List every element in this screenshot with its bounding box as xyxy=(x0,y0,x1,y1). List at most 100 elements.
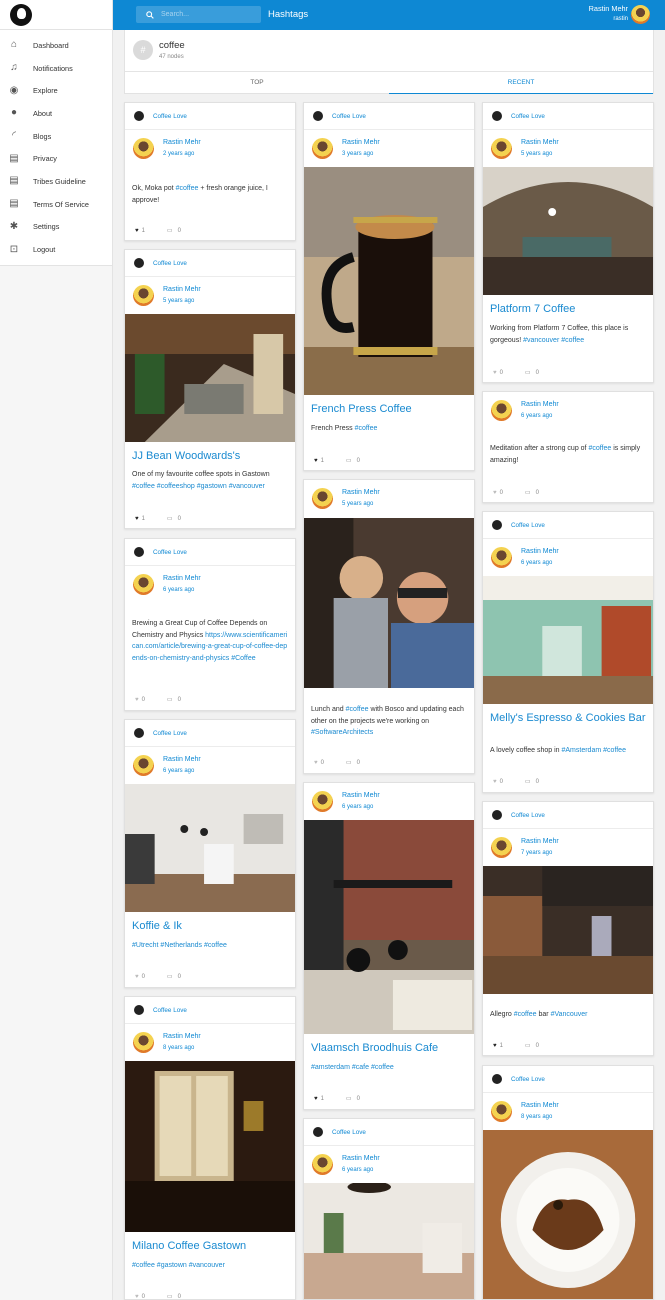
post-title[interactable]: Melly's Espresso & Cookies Bar xyxy=(490,712,646,725)
sidebar-item-tribes-guideline[interactable]: ▤ Tribes Guideline xyxy=(0,170,112,193)
post-tribe[interactable]: Coffee Love xyxy=(125,720,295,747)
post-tribe[interactable]: Coffee Love xyxy=(483,1066,653,1093)
heart-icon[interactable]: ♥ xyxy=(493,1043,497,1049)
post-image[interactable] xyxy=(125,314,295,442)
post-title[interactable]: Vlaamsch Broodhuis Cafe xyxy=(311,1042,438,1054)
post-body[interactable]: #amsterdam #cafe #coffee xyxy=(311,1062,467,1074)
heart-icon[interactable]: ♥ xyxy=(135,974,139,980)
sidebar-item-about[interactable]: ● About xyxy=(0,102,112,125)
post-time[interactable]: 2 years ago xyxy=(163,151,194,157)
author-name[interactable]: Rastin Mehr xyxy=(521,139,559,146)
tribe-name[interactable]: Coffee Love xyxy=(153,730,187,737)
comment-icon[interactable]: ▭ xyxy=(346,1095,352,1102)
post-tribe[interactable]: Coffee Love xyxy=(304,1119,474,1146)
post-time[interactable]: 7 years ago xyxy=(521,850,552,856)
post-image[interactable] xyxy=(483,576,653,704)
search-input[interactable]: Search... xyxy=(136,6,261,23)
post-card[interactable]: Coffee Love Rastin Mehr 8 years ago xyxy=(482,1065,654,1300)
author-name[interactable]: Rastin Mehr xyxy=(342,792,380,799)
comment-icon[interactable]: ▭ xyxy=(525,1042,531,1049)
avatar[interactable] xyxy=(491,547,512,568)
post-title[interactable]: JJ Bean Woodwards's xyxy=(132,450,240,462)
tribe-name[interactable]: Coffee Love xyxy=(153,260,187,267)
post-time[interactable]: 8 years ago xyxy=(521,1114,552,1120)
comment-icon[interactable]: ▭ xyxy=(525,369,531,376)
heart-icon[interactable]: ♥ xyxy=(135,228,139,234)
sidebar-item-notifications[interactable]: ♫ Notifications xyxy=(0,57,112,80)
post-title[interactable]: Platform 7 Coffee xyxy=(490,303,575,315)
post-time[interactable]: 3 years ago xyxy=(342,151,373,157)
post-card[interactable]: Coffee Love Rastin Mehr 6 years ago Melly… xyxy=(482,511,654,793)
post-time[interactable]: 6 years ago xyxy=(163,587,194,593)
post-image[interactable] xyxy=(125,1061,295,1232)
post-card[interactable]: Rastin Mehr 6 years ago Meditation after … xyxy=(482,391,654,503)
avatar[interactable] xyxy=(312,488,333,509)
author-name[interactable]: Rastin Mehr xyxy=(163,286,201,293)
author-name[interactable]: Rastin Mehr xyxy=(163,1033,201,1040)
post-title[interactable]: French Press Coffee xyxy=(311,403,412,415)
author-name[interactable]: Rastin Mehr xyxy=(342,139,380,146)
avatar[interactable] xyxy=(491,1101,512,1122)
author-name[interactable]: Rastin Mehr xyxy=(163,575,201,582)
heart-icon[interactable]: ♥ xyxy=(314,458,318,464)
avatar[interactable] xyxy=(631,5,650,24)
post-time[interactable]: 5 years ago xyxy=(342,501,373,507)
post-card[interactable]: Coffee Love Rastin Mehr 3 years ago Frenc… xyxy=(303,102,475,471)
avatar[interactable] xyxy=(312,1154,333,1175)
post-image[interactable] xyxy=(304,167,474,395)
post-image[interactable] xyxy=(483,167,653,295)
post-time[interactable]: 6 years ago xyxy=(521,560,552,566)
post-card[interactable]: Rastin Mehr 5 years ago Lunch and #coffee… xyxy=(303,479,475,774)
post-card[interactable]: Coffee Love Rastin Mehr 6 years ago Koffi… xyxy=(124,719,296,988)
avatar[interactable] xyxy=(133,138,154,159)
tribe-name[interactable]: Coffee Love xyxy=(153,113,187,120)
author-name[interactable]: Rastin Mehr xyxy=(163,139,201,146)
post-body[interactable]: #Utrecht #Netherlands #coffee xyxy=(132,940,288,952)
user-info[interactable]: Rastin Mehr rastin xyxy=(589,4,628,22)
tribe-name[interactable]: Coffee Love xyxy=(332,1129,366,1136)
heart-icon[interactable]: ♥ xyxy=(135,1294,139,1300)
post-time[interactable]: 6 years ago xyxy=(342,804,373,810)
comment-icon[interactable]: ▭ xyxy=(167,227,173,234)
sidebar-item-dashboard[interactable]: ⌂ Dashboard xyxy=(0,34,112,57)
heart-icon[interactable]: ♥ xyxy=(314,1096,318,1102)
post-card[interactable]: Coffee Love Rastin Mehr 5 years ago Platf… xyxy=(482,102,654,383)
post-image[interactable] xyxy=(483,1130,653,1300)
comment-icon[interactable]: ▭ xyxy=(167,1293,173,1299)
sidebar-item-blogs[interactable]: ◜ Blogs xyxy=(0,125,112,148)
comment-icon[interactable]: ▭ xyxy=(167,515,173,522)
tribe-name[interactable]: Coffee Love xyxy=(511,113,545,120)
post-tribe[interactable]: Coffee Love xyxy=(125,250,295,277)
post-time[interactable]: 6 years ago xyxy=(342,1167,373,1173)
heart-icon[interactable]: ♥ xyxy=(314,760,318,766)
sidebar-item-privacy[interactable]: ▤ Privacy xyxy=(0,147,112,170)
comment-icon[interactable]: ▭ xyxy=(525,489,531,496)
post-image[interactable] xyxy=(304,820,474,1034)
avatar[interactable] xyxy=(133,574,154,595)
post-image[interactable] xyxy=(304,518,474,688)
heart-icon[interactable]: ♥ xyxy=(493,490,497,496)
post-title[interactable]: Milano Coffee Gastown xyxy=(132,1240,246,1252)
heart-icon[interactable]: ♥ xyxy=(135,697,139,703)
tribe-name[interactable]: Coffee Love xyxy=(511,812,545,819)
post-card[interactable]: Coffee Love Rastin Mehr 7 years ago Alleg… xyxy=(482,801,654,1056)
author-name[interactable]: Rastin Mehr xyxy=(342,1155,380,1162)
author-name[interactable]: Rastin Mehr xyxy=(521,1102,559,1109)
post-time[interactable]: 6 years ago xyxy=(521,413,552,419)
author-name[interactable]: Rastin Mehr xyxy=(521,548,559,555)
avatar[interactable] xyxy=(312,791,333,812)
post-time[interactable]: 6 years ago xyxy=(163,768,194,774)
tribe-name[interactable]: Coffee Love xyxy=(153,549,187,556)
author-name[interactable]: Rastin Mehr xyxy=(163,756,201,763)
sidebar-item-explore[interactable]: ◉ Explore xyxy=(0,79,112,102)
author-name[interactable]: Rastin Mehr xyxy=(342,489,380,496)
post-time[interactable]: 8 years ago xyxy=(163,1045,194,1051)
avatar[interactable] xyxy=(491,138,512,159)
post-card[interactable]: Coffee Love Rastin Mehr 2 years ago Ok, M… xyxy=(124,102,296,241)
comment-icon[interactable]: ▭ xyxy=(346,759,352,766)
comment-icon[interactable]: ▭ xyxy=(346,457,352,464)
post-card[interactable]: Rastin Mehr 6 years ago Vlaamsch Broodhui… xyxy=(303,782,475,1110)
author-name[interactable]: Rastin Mehr xyxy=(521,401,559,408)
tribe-name[interactable]: Coffee Love xyxy=(511,1076,545,1083)
sidebar-item-settings[interactable]: ✱ Settings xyxy=(0,216,112,239)
